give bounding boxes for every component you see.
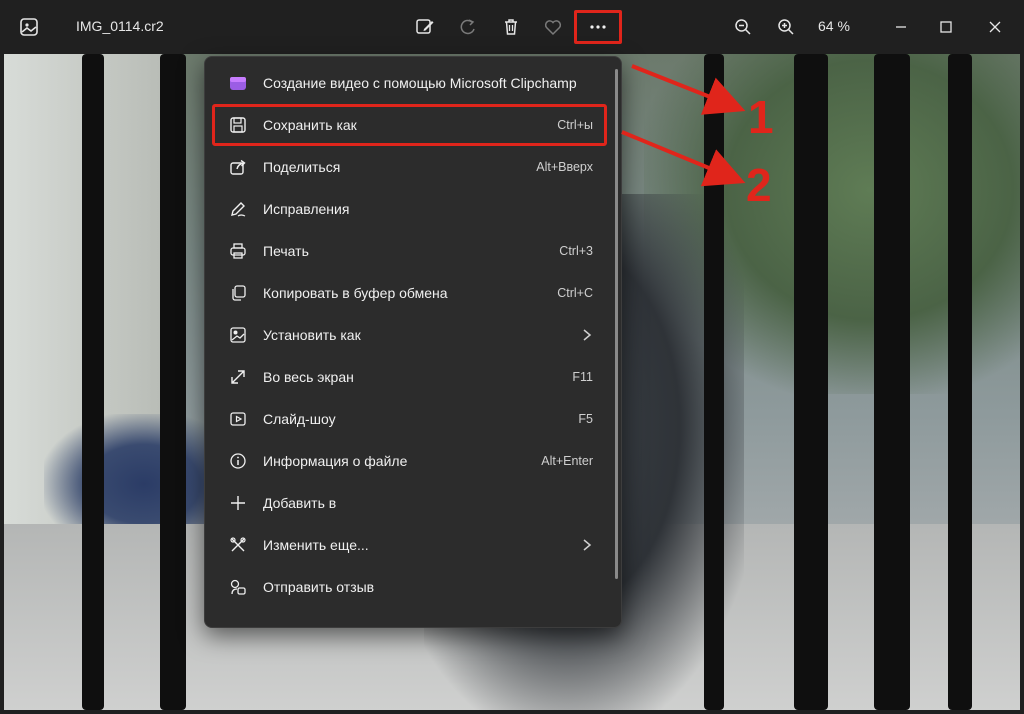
photos-app-window: IMG_0114.cr2 64 % Создание видео с помощ… [0,0,1024,714]
slideshow-icon [229,410,247,428]
save-as-highlight [212,104,607,146]
menu-item-copy[interactable]: Копировать в буфер обмена Ctrl+C [211,273,615,313]
chevron-right-icon [579,326,595,344]
menu-item-share[interactable]: Поделиться Alt+Вверх [211,147,615,187]
favorite-button[interactable] [538,12,568,42]
share-icon [229,158,247,176]
edit-image-icon [416,19,434,34]
close-button[interactable] [980,12,1010,42]
menu-item-print[interactable]: Печать Ctrl+3 [211,231,615,271]
feedback-icon [229,578,247,596]
copy-icon [229,284,247,302]
pen-icon [229,200,247,218]
fullscreen-icon [229,368,247,386]
set-as-image-icon [229,326,247,344]
menu-item-label: Установить как [263,327,361,343]
menu-item-label: Информация о файле [263,453,408,469]
menu-item-label: Слайд-шоу [263,411,336,427]
menu-item-label: Изменить еще... [263,537,369,553]
menu-item-set-as[interactable]: Установить как [211,315,615,355]
menu-item-add-to[interactable]: Добавить в [211,483,615,523]
menu-item-label: Создание видео с помощью Microsoft Clipc… [263,75,577,91]
menu-item-shortcut: Ctrl+C [557,286,593,300]
print-icon [229,242,247,260]
menu-item-file-info[interactable]: Информация о файле Alt+Enter [211,441,615,481]
annotation-number-1: 1 [748,91,774,143]
title-bar: IMG_0114.cr2 64 % [0,0,1024,54]
annotation-number-2: 2 [746,159,772,211]
menu-item-shortcut: Ctrl+3 [559,244,593,258]
menu-item-label: Во весь экран [263,369,354,385]
maximize-button[interactable] [931,12,961,42]
edit-tools-icon [229,536,247,554]
menu-item-shortcut: F11 [572,370,593,384]
menu-item-label: Копировать в буфер обмена [263,285,448,301]
fence-bar [874,54,910,710]
minimize-icon [896,26,906,28]
close-icon [989,21,1001,33]
clipchamp-icon [229,74,247,92]
rotate-button[interactable] [453,12,483,42]
menu-item-corrections[interactable]: Исправления [211,189,615,229]
menu-item-label: Отправить отзыв [263,579,375,595]
zoom-level[interactable]: 64 % [818,18,850,34]
favorite-icon [544,20,562,36]
fence-bar [82,54,104,710]
menu-item-feedback[interactable]: Отправить отзыв [211,567,615,607]
chevron-right-icon [579,536,595,554]
file-name: IMG_0114.cr2 [76,18,164,34]
fence-bar [948,54,972,710]
menu-item-shortcut: Alt+Enter [541,454,593,468]
menu-item-label: Поделиться [263,159,341,175]
zoom-out-button[interactable] [728,12,758,42]
menu-item-label: Печать [263,243,309,259]
zoom-out-icon [735,19,751,35]
maximize-icon [940,21,952,33]
menu-item-shortcut: Alt+Вверх [536,160,593,174]
fence-bar [794,54,828,710]
menu-item-label: Исправления [263,201,350,217]
rotate-icon [460,19,475,35]
fence-bar [160,54,186,710]
edit-image-button[interactable] [410,12,440,42]
menu-scrollbar[interactable] [615,69,618,579]
menu-item-label: Добавить в [263,495,337,511]
gallery-icon[interactable] [18,16,40,38]
fence-bar [704,54,724,710]
menu-item-slideshow[interactable]: Слайд-шоу F5 [211,399,615,439]
plus-icon [229,494,247,512]
zoom-in-button[interactable] [771,12,801,42]
menu-item-edit-more[interactable]: Изменить еще... [211,525,615,565]
zoom-in-icon [778,19,794,35]
delete-icon [505,19,517,35]
menu-item-clipchamp[interactable]: Создание видео с помощью Microsoft Clipc… [211,63,615,103]
info-icon [229,452,247,470]
menu-item-shortcut: F5 [578,412,593,426]
delete-button[interactable] [496,12,526,42]
minimize-button[interactable] [886,12,916,42]
more-options-highlight [574,10,622,44]
menu-item-fullscreen[interactable]: Во весь экран F11 [211,357,615,397]
